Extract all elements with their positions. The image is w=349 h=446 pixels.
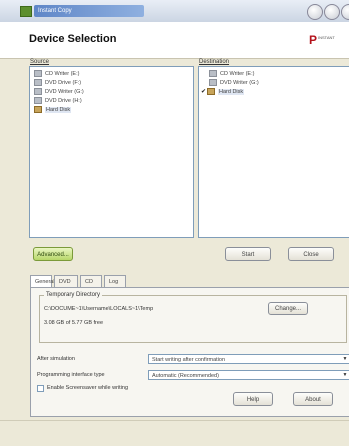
source-item[interactable]: DVD Drive (F:) (34, 79, 81, 87)
destination-label: Destination (199, 59, 230, 65)
tab-log[interactable]: Log (104, 275, 126, 287)
after-simulation-label: After simulation (37, 356, 75, 362)
after-simulation-select[interactable]: Start writing after confirmation ▼ (148, 354, 349, 364)
page-header: Device Selection P INSTANT (0, 22, 349, 59)
tab-dvd[interactable]: DVD (54, 275, 78, 287)
advanced-button[interactable]: Advanced... (33, 247, 73, 261)
brand-logo: P INSTANT (309, 34, 343, 46)
destination-item-selected[interactable]: ✔ Hard Disk (201, 88, 245, 96)
logo-text: INSTANT (318, 35, 335, 40)
window-title: Instant Copy (34, 5, 144, 17)
logo-letter: P (309, 33, 318, 47)
cd-drive-icon (209, 70, 217, 78)
interface-type-label: Programming interface type (37, 372, 105, 378)
cd-drive-icon (34, 70, 42, 78)
hard-disk-icon (34, 106, 42, 114)
destination-item[interactable]: DVD Writer (G:) (209, 79, 259, 87)
help-button[interactable]: Help (233, 392, 273, 406)
general-panel: Temporary Directory C:\DOCUME~1\Username… (30, 287, 349, 417)
source-item[interactable]: CD Writer (E:) (34, 70, 79, 78)
temp-dir-free: 3.08 GB of 5.77 GB free (44, 320, 104, 326)
chevron-down-icon: ▼ (342, 372, 348, 378)
temporary-directory-group: Temporary Directory C:\DOCUME~1\Username… (39, 292, 347, 343)
source-item[interactable]: DVD Writer (G:) (34, 88, 84, 96)
temp-dir-title: Temporary Directory (44, 292, 103, 298)
destination-list[interactable]: CD Writer (E:) DVD Writer (G:) ✔ Hard Dis… (198, 66, 349, 238)
source-list[interactable]: CD Writer (E:) DVD Drive (F:) DVD Writer… (29, 66, 194, 238)
maximize-button[interactable] (324, 4, 340, 20)
chevron-down-icon: ▼ (342, 356, 348, 362)
temp-dir-path: C:\DOCUME~1\Username\LOCALS~1\Temp (44, 306, 154, 312)
dvd-drive-icon (34, 79, 42, 87)
source-item[interactable]: DVD Drive (H:) (34, 97, 82, 105)
page-title: Device Selection (29, 33, 117, 45)
change-button[interactable]: Change... (268, 302, 308, 315)
dvd-drive-icon (34, 97, 42, 105)
app-icon (20, 6, 32, 17)
interface-type-select[interactable]: Automatic (Recommended) ▼ (148, 370, 349, 380)
source-label: Source (30, 59, 50, 65)
destination-item[interactable]: CD Writer (E:) (209, 70, 254, 78)
source-item-selected[interactable]: Hard Disk (34, 106, 72, 114)
tab-cd[interactable]: CD (80, 275, 102, 287)
screensaver-checkbox[interactable] (37, 385, 44, 392)
minimize-button[interactable] (307, 4, 323, 20)
title-bar: Instant Copy (0, 0, 349, 23)
close-button[interactable]: Close (288, 247, 334, 261)
hard-disk-icon (207, 88, 215, 96)
status-bar (0, 420, 349, 446)
about-button[interactable]: About (293, 392, 333, 406)
app-window: Instant Copy Device Selection P INSTANT … (0, 0, 349, 446)
start-button[interactable]: Start (225, 247, 271, 261)
screensaver-label: Enable Screensaver while writing (47, 385, 129, 391)
close-window-button[interactable] (341, 4, 349, 20)
dvd-drive-icon (209, 79, 217, 87)
dvd-drive-icon (34, 88, 42, 96)
